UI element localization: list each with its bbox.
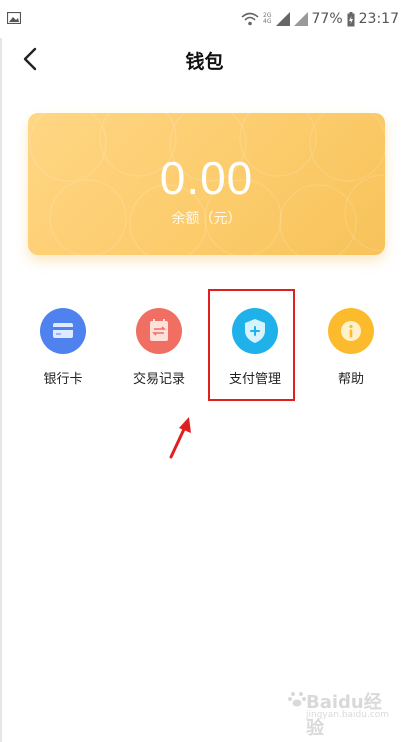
signal-secondary-icon bbox=[293, 12, 308, 26]
annotation-highlight-box bbox=[208, 289, 295, 401]
menu-label-bank-card: 银行卡 bbox=[43, 372, 83, 387]
bank-card-icon bbox=[40, 308, 86, 354]
help-icon bbox=[328, 308, 374, 354]
wallet-menu: 银行卡 交易记录 支付管理 帮助 bbox=[0, 300, 409, 410]
balance-amount: 0.00 bbox=[159, 152, 254, 204]
balance-caption: 余额（元） bbox=[171, 211, 242, 227]
paw-logo-icon bbox=[288, 692, 306, 707]
battery-percent: 77% bbox=[311, 11, 343, 27]
menu-label-transactions: 交易记录 bbox=[132, 372, 185, 387]
signal-icon bbox=[275, 12, 290, 26]
clock: 23:17 bbox=[358, 11, 399, 27]
gallery-notification-icon bbox=[7, 12, 21, 24]
wifi-icon bbox=[241, 12, 259, 26]
page-title: 钱包 bbox=[185, 51, 224, 73]
menu-label-help: 帮助 bbox=[337, 372, 364, 387]
menu-item-transactions[interactable]: 交易记录 bbox=[111, 300, 207, 390]
watermark-subtext: jingyan.baidu.com bbox=[306, 710, 390, 720]
transaction-record-icon bbox=[136, 308, 182, 354]
battery-charging-icon bbox=[347, 11, 355, 26]
menu-item-help[interactable]: 帮助 bbox=[303, 300, 399, 390]
baidu-watermark: Baidu经验 jingyan.baidu.com bbox=[288, 686, 398, 739]
annotation-arrow-icon bbox=[169, 417, 191, 459]
balance-card[interactable]: 0.00 余额（元） bbox=[28, 113, 385, 255]
network-bottom-text: 4G bbox=[263, 18, 272, 25]
status-bar: 2G 4G 77% 23:17 bbox=[0, 0, 409, 38]
app-header: 钱包 bbox=[0, 38, 409, 80]
network-type-label: 2G 4G bbox=[263, 13, 271, 25]
menu-item-bank-card[interactable]: 银行卡 bbox=[15, 300, 111, 390]
